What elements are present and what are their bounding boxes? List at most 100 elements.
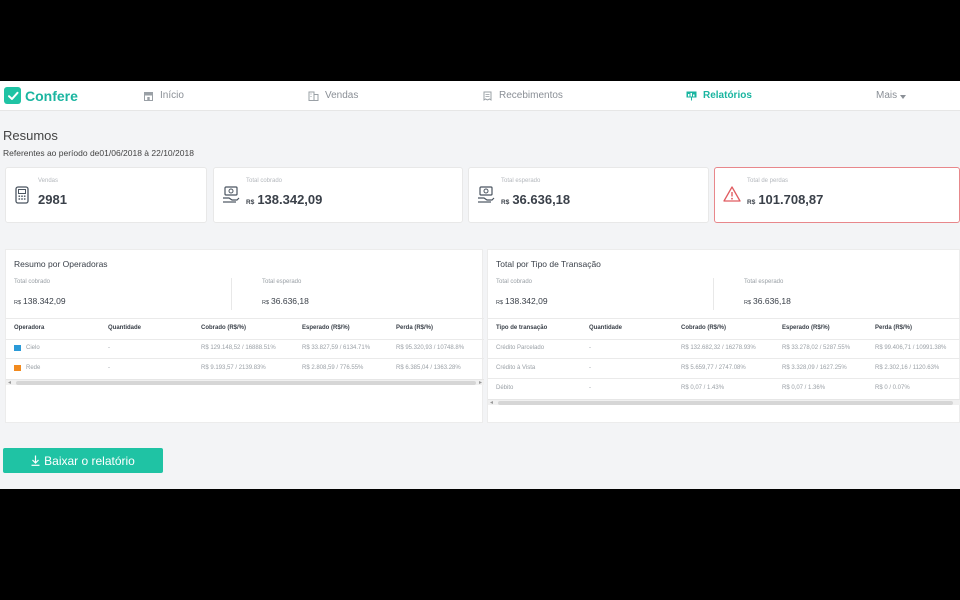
- nav-inicio-label: Início: [160, 90, 184, 101]
- total-amount: 138.342,09: [505, 296, 548, 306]
- card-total-esperado: Total esperado R$ 36.636,18: [468, 167, 709, 223]
- cell-esperado: R$ 33.827,59 / 6134.71%: [302, 345, 371, 351]
- download-label: Baixar o relatório: [44, 453, 135, 468]
- page-subtitle: Referentes ao período de01/06/2018 à 22/…: [3, 148, 194, 158]
- column-header: Quantidade: [589, 325, 623, 331]
- divider: [6, 318, 484, 319]
- total-label: Total cobrado: [496, 279, 533, 285]
- card-total-cobrado: Total cobrado R$ 138.342,09: [213, 167, 463, 223]
- horizontal-scrollbar[interactable]: ◂ ▸: [6, 379, 484, 386]
- money-hand-icon: [477, 186, 496, 209]
- column-header: Operadora: [14, 325, 45, 331]
- cell-cobrado: R$ 9.193,57 / 2139.83%: [201, 365, 266, 371]
- card-esperado-label: Total esperado: [501, 178, 541, 184]
- cell-tipo: Crédito Parcelado: [496, 345, 545, 351]
- pos-terminal-icon: [14, 186, 31, 209]
- panel-resumo-operadoras: Resumo por Operadoras Total cobrado R$ 13…: [5, 249, 484, 423]
- cell-esperado: R$ 2.808,59 / 776.55%: [302, 365, 364, 371]
- horizontal-scrollbar[interactable]: ◂: [488, 399, 960, 406]
- card-vendas: Vendas 2981: [5, 167, 207, 223]
- nav-vendas-label: Vendas: [325, 90, 359, 101]
- currency-symbol: R$: [496, 300, 504, 306]
- store-icon: [144, 91, 153, 101]
- cell-cobrado: R$ 132.682,32 / 16278.93%: [681, 345, 756, 351]
- card-vendas-label: Vendas: [38, 178, 59, 184]
- column-header: Perda (R$/%): [875, 325, 913, 331]
- nav-relatorios-label: Relatórios: [703, 90, 752, 101]
- nav-vendas[interactable]: Vendas: [308, 90, 358, 101]
- cell-cobrado: R$ 5.659,77 / 2747.08%: [681, 365, 746, 371]
- app-window: Confere Início Vendas Recebimentos Relat…: [0, 81, 960, 489]
- scroll-right-icon[interactable]: ▸: [479, 380, 482, 386]
- currency-symbol: R$: [14, 300, 22, 306]
- divider: [488, 358, 960, 359]
- panel-title: Total por Tipo de Transação: [496, 259, 601, 269]
- column-header: Tipo de transação: [496, 325, 548, 331]
- cielo-logo-icon: [14, 345, 21, 351]
- column-header: Perda (R$/%): [396, 325, 434, 331]
- cell-quantidade: -: [108, 345, 110, 351]
- scroll-left-icon[interactable]: ◂: [490, 400, 493, 406]
- card-perdas-value: R$ 101.708,87: [747, 192, 823, 207]
- rede-logo-icon: [14, 365, 21, 371]
- cell-tipo: Crédito à Vista: [496, 365, 536, 371]
- total-label: Total esperado: [262, 279, 302, 285]
- cell-quantidade: -: [589, 345, 591, 351]
- nav-relatorios[interactable]: Relatórios: [686, 90, 752, 101]
- currency-symbol: R$: [262, 300, 270, 306]
- divider: [488, 318, 960, 319]
- operadoras-total-cobrado: Total cobrado R$ 138.342,09: [14, 279, 66, 306]
- currency-symbol: R$: [744, 300, 752, 306]
- download-report-button[interactable]: Baixar o relatório: [3, 448, 163, 473]
- total-value: R$ 138.342,09: [496, 296, 548, 306]
- presentation-chart-icon: [686, 91, 697, 100]
- receipt-icon: [483, 91, 492, 101]
- money-hand-icon: [222, 186, 241, 209]
- currency-symbol: R$: [501, 199, 510, 206]
- card-cobrado-value: R$ 138.342,09: [246, 192, 322, 207]
- cell-perda: R$ 95.320,93 / 10748.8%: [396, 345, 465, 351]
- card-esperado-value: R$ 36.636,18: [501, 192, 570, 207]
- card-cobrado-amount: 138.342,09: [257, 192, 323, 207]
- cell-perda: R$ 6.385,04 / 1363.28%: [396, 365, 461, 371]
- building-icon: [308, 91, 319, 101]
- cell-esperado: R$ 33.278,02 / 5287.55%: [782, 345, 851, 351]
- cell-cobrado: R$ 129.148,52 / 16888.51%: [201, 345, 276, 351]
- total-amount: 36.636,18: [753, 296, 791, 306]
- currency-symbol: R$: [747, 199, 756, 206]
- cell-perda: R$ 2.302,16 / 1120.63%: [875, 365, 940, 371]
- currency-symbol: R$: [246, 199, 255, 206]
- caret-down-icon: [900, 94, 907, 99]
- check-logo-icon: [4, 87, 21, 104]
- scroll-thumb[interactable]: [498, 401, 953, 405]
- column-header: Esperado (R$/%): [782, 325, 830, 331]
- divider: [488, 339, 960, 340]
- column-header: Cobrado (R$/%): [681, 325, 726, 331]
- total-value: R$ 36.636,18: [744, 296, 791, 306]
- cell-esperado: R$ 3.328,09 / 1627.25%: [782, 365, 847, 371]
- transacao-total-esperado: Total esperado R$ 36.636,18: [744, 279, 791, 306]
- nav-inicio[interactable]: Início: [143, 90, 184, 101]
- total-label: Total esperado: [744, 279, 784, 285]
- panel-title: Resumo por Operadoras: [14, 259, 108, 269]
- column-header: Esperado (R$/%): [302, 325, 350, 331]
- nav-recebimentos[interactable]: Recebimentos: [482, 90, 563, 101]
- card-esperado-amount: 36.636,18: [512, 192, 571, 207]
- nav-mais-dropdown[interactable]: Mais: [876, 90, 907, 101]
- scroll-left-icon[interactable]: ◂: [8, 380, 11, 386]
- app-name: Confere: [25, 87, 78, 104]
- nav-mais-label: Mais: [876, 90, 898, 101]
- total-value: R$ 138.342,09: [14, 296, 66, 306]
- card-vendas-value: 2981: [38, 192, 67, 207]
- card-perdas-amount: 101.708,87: [758, 192, 824, 207]
- logo[interactable]: Confere: [4, 87, 78, 104]
- operadoras-total-esperado: Total esperado R$ 36.636,18: [262, 279, 309, 306]
- column-header: Quantidade: [108, 325, 142, 331]
- warning-icon: [723, 186, 741, 207]
- cell-cobrado: R$ 0,07 / 1.43%: [681, 385, 725, 391]
- card-total-perdas: Total de perdas R$ 101.708,87: [714, 167, 960, 223]
- transacao-total-cobrado: Total cobrado R$ 138.342,09: [496, 279, 548, 306]
- scroll-thumb[interactable]: [16, 381, 476, 385]
- cell-operadora: Cielo: [26, 345, 40, 351]
- divider: [488, 378, 960, 379]
